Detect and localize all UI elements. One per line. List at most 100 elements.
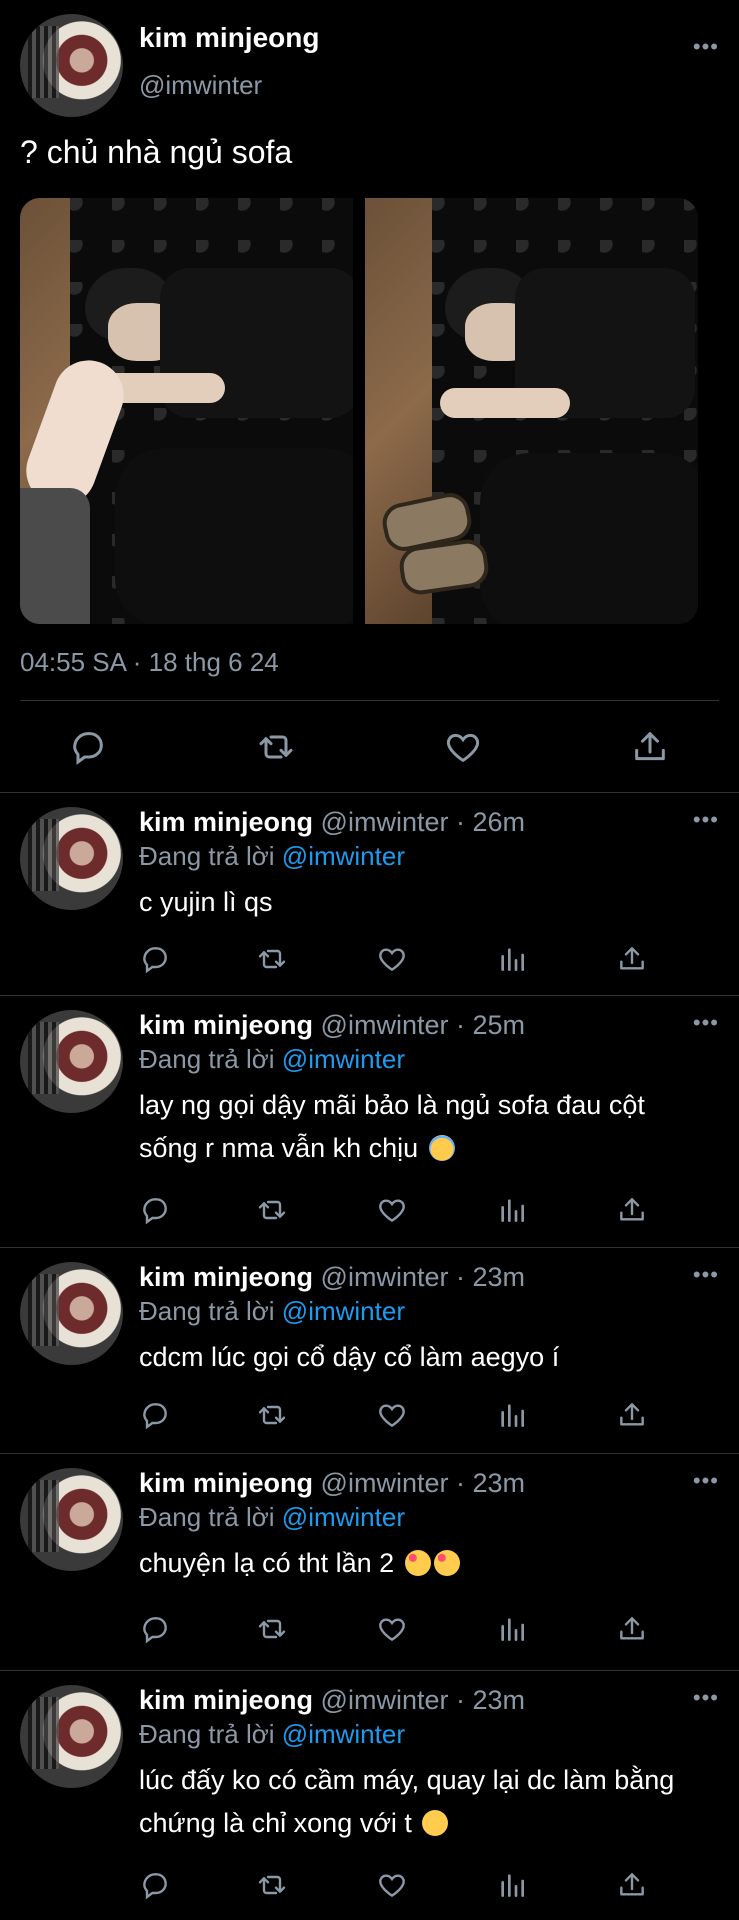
reply-time[interactable]: 23m: [472, 1685, 525, 1715]
retweet-icon[interactable]: [256, 1613, 288, 1645]
reply-icon[interactable]: [139, 943, 171, 975]
more-options-icon[interactable]: •••: [693, 1470, 719, 1492]
author-handle[interactable]: @imwinter: [321, 1010, 449, 1040]
author-name[interactable]: kim minjeong: [139, 1468, 313, 1498]
reply-actions: [139, 1613, 659, 1645]
reply-tweet[interactable]: kim minjeong @imwinter · 23m ••• Đang trả …: [0, 1454, 739, 1670]
mention-link[interactable]: @imwinter: [282, 1296, 405, 1326]
share-icon[interactable]: [616, 943, 648, 975]
share-icon[interactable]: [616, 1613, 648, 1645]
avatar[interactable]: [20, 1685, 123, 1788]
person-pants: [480, 453, 698, 624]
mention-link[interactable]: @imwinter: [282, 841, 405, 871]
reply-actions: [139, 1399, 659, 1431]
tweet-actions: [0, 727, 739, 767]
avatar[interactable]: [20, 807, 123, 910]
author-handle[interactable]: @imwinter: [321, 1468, 449, 1498]
mention-link[interactable]: @imwinter: [282, 1044, 405, 1074]
replying-prefix: Đang trả lời: [139, 1044, 275, 1074]
smiling-emoji: [422, 1810, 449, 1836]
separator-dot: ·: [448, 1010, 473, 1040]
author-handle[interactable]: @imwinter: [321, 1262, 449, 1292]
views-icon[interactable]: [496, 1869, 528, 1901]
photo-1[interactable]: [20, 198, 353, 624]
like-icon[interactable]: [376, 943, 408, 975]
more-options-icon[interactable]: •••: [693, 1264, 719, 1286]
reply-icon[interactable]: [139, 1399, 171, 1431]
reply-tweet[interactable]: kim minjeong @imwinter · 23m ••• Đang trả …: [0, 1248, 739, 1453]
reply-actions: [139, 1869, 659, 1901]
photo-2[interactable]: [365, 198, 698, 624]
media-gallery[interactable]: [20, 198, 698, 624]
like-icon[interactable]: [376, 1613, 408, 1645]
author-name[interactable]: kim minjeong: [139, 1262, 313, 1292]
reply-time[interactable]: 25m: [472, 1010, 525, 1040]
reply-header: kim minjeong @imwinter · 23m: [139, 1468, 525, 1499]
replying-to: Đang trả lời @imwinter: [139, 841, 405, 872]
share-icon[interactable]: [630, 727, 670, 767]
reply-icon[interactable]: [139, 1613, 171, 1645]
divider: [20, 700, 719, 701]
share-icon[interactable]: [616, 1399, 648, 1431]
innocent-emoji: [428, 1135, 455, 1161]
replying-to: Đang trả lời @imwinter: [139, 1502, 405, 1533]
like-icon[interactable]: [376, 1869, 408, 1901]
reply-icon[interactable]: [139, 1869, 171, 1901]
person-pants: [115, 448, 353, 624]
author-name[interactable]: kim minjeong: [139, 1685, 313, 1715]
views-icon[interactable]: [496, 943, 528, 975]
author-name[interactable]: kim minjeong: [139, 807, 313, 837]
reply-text: c yujin lì qs: [139, 881, 699, 924]
replying-prefix: Đang trả lời: [139, 1719, 275, 1749]
reply-time[interactable]: 23m: [472, 1468, 525, 1498]
retweet-icon[interactable]: [256, 1194, 288, 1226]
reply-tweet[interactable]: kim minjeong @imwinter · 25m ••• Đang trả …: [0, 996, 739, 1247]
reply-header: kim minjeong @imwinter · 23m: [139, 1262, 525, 1293]
mention-link[interactable]: @imwinter: [282, 1719, 405, 1749]
author-name[interactable]: kim minjeong: [139, 22, 319, 54]
views-icon[interactable]: [496, 1613, 528, 1645]
reply-text: lúc đấy ko có cầm máy, quay lại dc làm b…: [139, 1759, 699, 1845]
separator-dot: ·: [448, 1685, 473, 1715]
reply-tweet[interactable]: kim minjeong @imwinter · 23m ••• Đang trả …: [0, 1671, 739, 1920]
reply-time[interactable]: 23m: [472, 1262, 525, 1292]
avatar[interactable]: [20, 1468, 123, 1571]
reply-tweet[interactable]: kim minjeong @imwinter · 26m ••• Đang trả …: [0, 793, 739, 995]
reply-text-content: cdcm lúc gọi cổ dậy cổ làm aegyo í: [139, 1342, 560, 1372]
reply-icon[interactable]: [68, 727, 108, 767]
retweet-icon[interactable]: [256, 1869, 288, 1901]
reply-icon[interactable]: [139, 1194, 171, 1226]
author-handle[interactable]: @imwinter: [321, 1685, 449, 1715]
retweet-icon[interactable]: [256, 727, 296, 767]
more-options-icon[interactable]: •••: [693, 1687, 719, 1709]
avatar[interactable]: [20, 1010, 123, 1113]
tweet-timestamp[interactable]: 04:55 SA · 18 thg 6 24: [20, 647, 279, 678]
separator-dot: ·: [448, 807, 473, 837]
retweet-icon[interactable]: [256, 1399, 288, 1431]
more-options-icon[interactable]: •••: [693, 1012, 719, 1034]
more-options-icon[interactable]: •••: [693, 36, 719, 58]
author-handle[interactable]: @imwinter: [139, 70, 262, 101]
like-icon[interactable]: [443, 727, 483, 767]
share-icon[interactable]: [616, 1869, 648, 1901]
retweet-icon[interactable]: [256, 943, 288, 975]
author-handle[interactable]: @imwinter: [321, 807, 449, 837]
views-icon[interactable]: [496, 1194, 528, 1226]
avatar[interactable]: [20, 14, 123, 117]
tweet-text: ? chủ nhà ngủ sofa: [20, 134, 293, 170]
like-icon[interactable]: [376, 1399, 408, 1431]
replying-to: Đang trả lời @imwinter: [139, 1296, 405, 1327]
replying-to: Đang trả lời @imwinter: [139, 1719, 405, 1750]
author-name[interactable]: kim minjeong: [139, 1010, 313, 1040]
mention-link[interactable]: @imwinter: [282, 1502, 405, 1532]
views-icon[interactable]: [496, 1399, 528, 1431]
reply-actions: [139, 943, 659, 975]
reply-time[interactable]: 26m: [472, 807, 525, 837]
reply-header: kim minjeong @imwinter · 23m: [139, 1685, 525, 1716]
reply-header: kim minjeong @imwinter · 26m: [139, 807, 525, 838]
like-icon[interactable]: [376, 1194, 408, 1226]
avatar[interactable]: [20, 1262, 123, 1365]
replying-to: Đang trả lời @imwinter: [139, 1044, 405, 1075]
more-options-icon[interactable]: •••: [693, 809, 719, 831]
share-icon[interactable]: [616, 1194, 648, 1226]
